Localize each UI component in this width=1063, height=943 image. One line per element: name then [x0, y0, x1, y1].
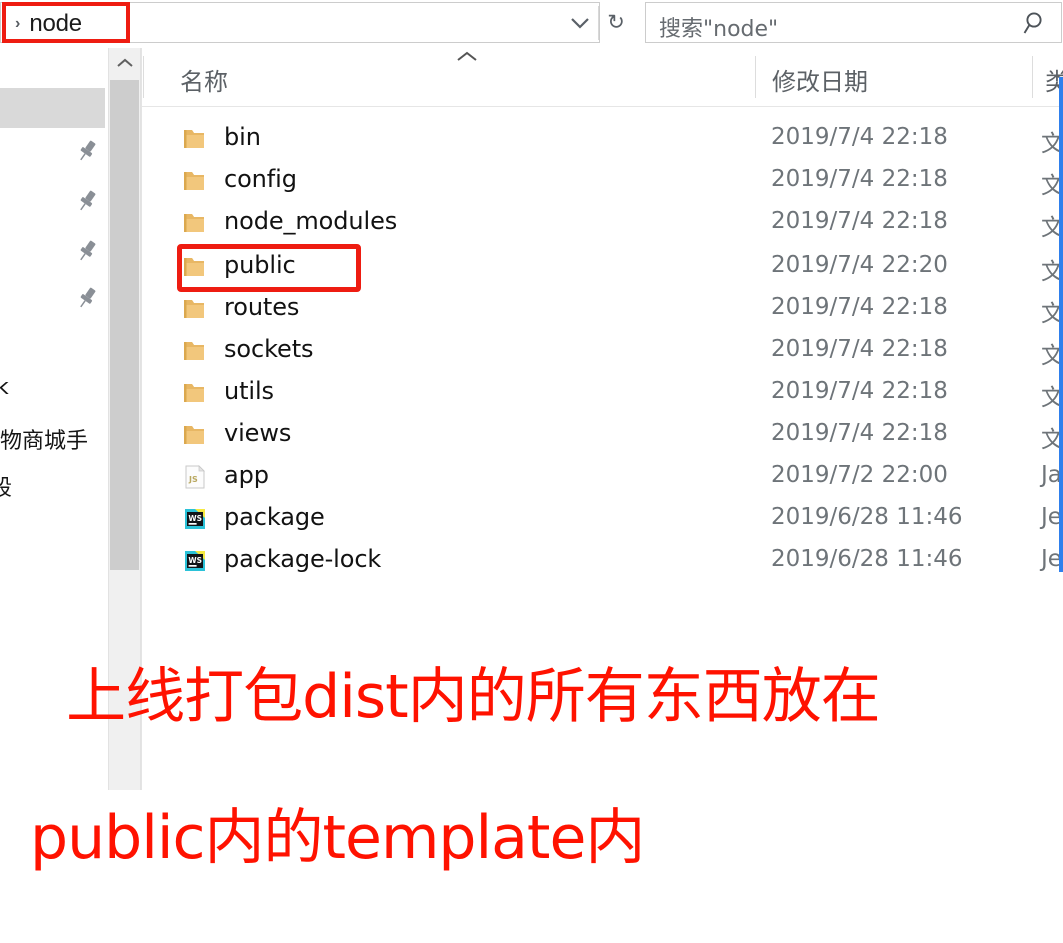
svg-text:WS: WS [188, 556, 202, 565]
file-name[interactable]: app [224, 461, 269, 489]
refresh-icon[interactable]: ↻ [600, 3, 632, 42]
column-header-row: 名称 修改日期 类 [142, 48, 1063, 107]
file-name[interactable]: sockets [224, 335, 314, 363]
svg-text:WS: WS [188, 514, 202, 523]
breadcrumb-item-node[interactable]: node [29, 10, 82, 38]
pin-icon [80, 287, 96, 308]
file-date: 2019/7/4 22:20 [771, 252, 948, 278]
folder-icon [184, 258, 204, 276]
file-date: 2019/7/4 22:18 [771, 420, 948, 446]
table-row[interactable]: utils 2019/7/4 22:18 文 [142, 372, 1063, 414]
folder-icon [184, 300, 204, 318]
file-name[interactable]: config [224, 165, 297, 193]
folder-icon [184, 130, 204, 148]
sort-chevron-glyph [457, 51, 477, 61]
column-divider[interactable] [1032, 56, 1033, 98]
column-divider[interactable] [143, 56, 144, 98]
pin-icon [80, 190, 96, 211]
file-date: 2019/6/28 11:46 [771, 546, 963, 572]
annotation-line-1: 上线打包dist内的所有东西放在 [66, 662, 881, 733]
file-date: 2019/6/28 11:46 [771, 504, 963, 530]
address-bar[interactable]: › node [0, 2, 600, 43]
scrollbar-thumb[interactable] [110, 80, 139, 570]
chevron-up-icon [116, 58, 133, 67]
table-row[interactable]: views 2019/7/4 22:18 文 [142, 414, 1063, 456]
file-name[interactable]: views [224, 419, 291, 447]
pin-icon [80, 140, 96, 161]
table-row[interactable]: node_modules 2019/7/4 22:18 文 [142, 202, 1063, 244]
webstorm-icon: WS [185, 551, 205, 571]
breadcrumb-separator-icon: › [15, 15, 21, 32]
file-date: 2019/7/4 22:18 [771, 166, 948, 192]
js-file-icon: JS [185, 465, 205, 489]
file-name[interactable]: bin [224, 123, 261, 151]
folder-icon [184, 172, 204, 190]
chevron-down-icon[interactable] [562, 3, 598, 42]
sort-ascending-icon [455, 50, 479, 67]
toolbar-divider [598, 6, 599, 40]
nav-item-label-clipped-2[interactable]: 购物商城手 [0, 423, 88, 455]
webstorm-icon: WS [185, 509, 205, 529]
nav-item-label-clipped-1[interactable]: k [0, 375, 9, 400]
explorer-toolbar: › node ↻ 搜索"node" [0, 0, 1063, 48]
table-row[interactable]: JS app 2019/7/2 22:00 Ja [142, 456, 1063, 498]
right-edge-accent [1059, 77, 1063, 572]
folder-icon [184, 384, 204, 402]
file-name[interactable]: package [224, 503, 325, 531]
search-icon[interactable] [1023, 10, 1049, 36]
file-name[interactable]: public [224, 251, 296, 279]
table-row[interactable]: sockets 2019/7/4 22:18 文 [142, 330, 1063, 372]
file-date: 2019/7/2 22:00 [771, 462, 948, 488]
table-row[interactable]: WS package 2019/6/28 11:46 Je [142, 498, 1063, 540]
file-name[interactable]: routes [224, 293, 299, 321]
file-name[interactable]: utils [224, 377, 274, 405]
table-row[interactable]: config 2019/7/4 22:18 文 [142, 160, 1063, 202]
file-name[interactable]: package-lock [224, 545, 381, 573]
file-date: 2019/7/4 22:18 [771, 208, 948, 234]
nav-selected-item[interactable] [0, 88, 105, 128]
table-row[interactable]: WS package-lock 2019/6/28 11:46 Je [142, 540, 1063, 582]
file-name[interactable]: node_modules [224, 207, 397, 235]
annotation-line-2: public内的template内 [30, 802, 645, 873]
column-header-date[interactable]: 修改日期 [772, 62, 868, 97]
folder-icon [184, 342, 204, 360]
table-row[interactable]: bin 2019/7/4 22:18 文 [142, 118, 1063, 160]
breadcrumb[interactable]: › node [15, 10, 82, 38]
search-input[interactable]: 搜索"node" [645, 2, 1062, 43]
table-row[interactable]: routes 2019/7/4 22:18 文 [142, 288, 1063, 330]
scroll-up-button[interactable] [109, 48, 140, 78]
pin-icon [80, 240, 96, 261]
search-placeholder: 搜索"node" [659, 17, 779, 42]
nav-item-label-clipped-3[interactable]: 段 [0, 470, 12, 502]
refresh-glyph: ↻ [607, 11, 625, 34]
chevron-down-glyph [571, 17, 589, 29]
table-row[interactable]: public 2019/7/4 22:20 文 [142, 246, 1063, 288]
column-header-name[interactable]: 名称 [180, 62, 228, 97]
annotation-text: 上线打包dist内的所有东西放在 public内的template内 [30, 592, 1030, 943]
folder-icon [184, 426, 204, 444]
column-divider[interactable] [755, 56, 756, 98]
file-date: 2019/7/4 22:18 [771, 378, 948, 404]
file-date: 2019/7/4 22:18 [771, 336, 948, 362]
file-date: 2019/7/4 22:18 [771, 294, 948, 320]
folder-icon [184, 214, 204, 232]
file-date: 2019/7/4 22:18 [771, 124, 948, 150]
svg-text:JS: JS [188, 475, 198, 484]
